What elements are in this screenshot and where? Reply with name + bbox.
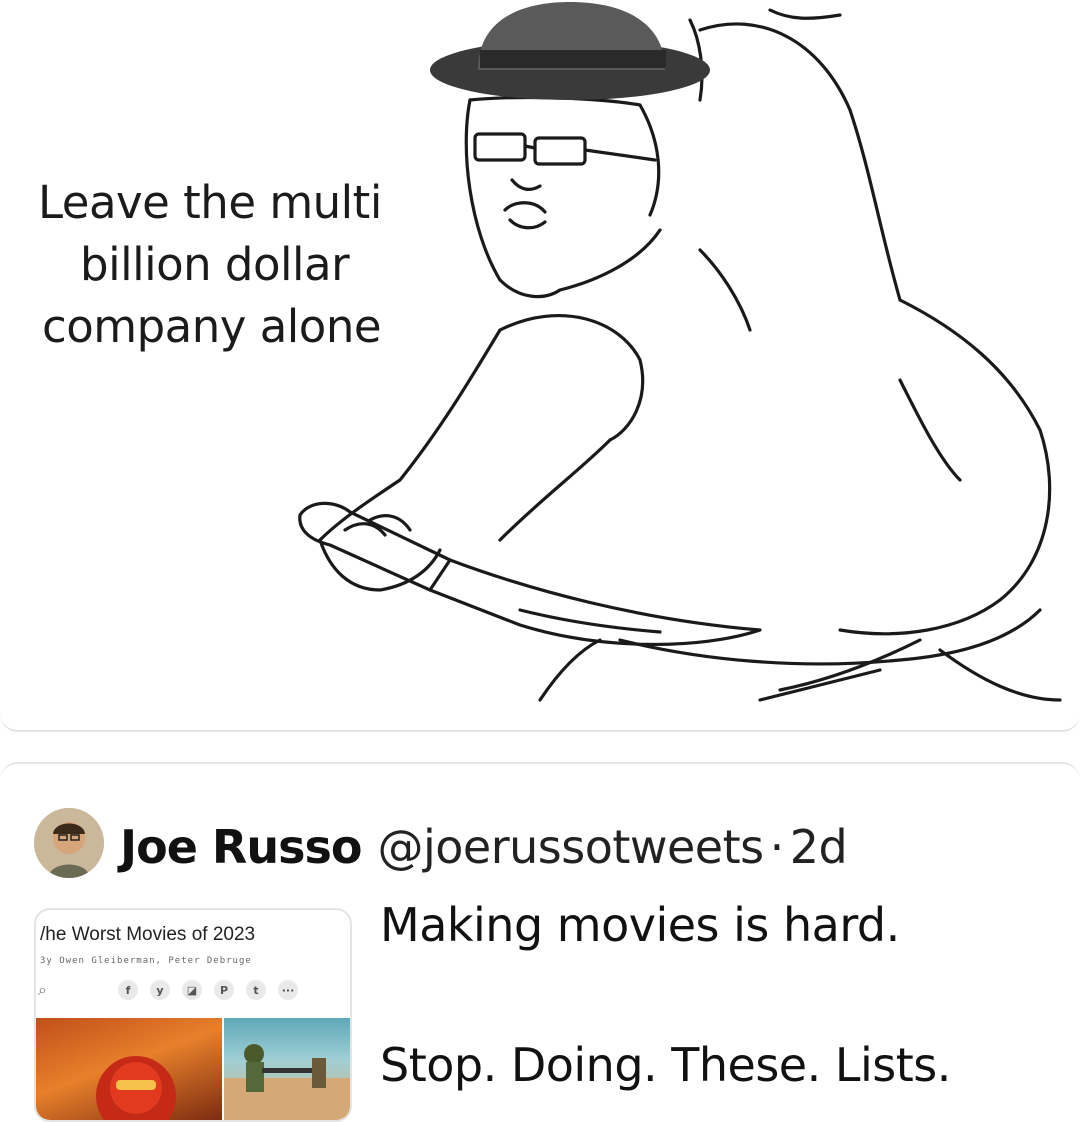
search-icon: ⌕ — [38, 982, 47, 999]
facebook-icon: f — [118, 980, 138, 1000]
meme-caption-line: billion dollar — [80, 238, 350, 291]
meme-caption: Leave the multi billion dollar company a… — [38, 172, 448, 358]
author-handle[interactable]: @joerussotweets — [377, 820, 764, 874]
card-thumbnail-left — [36, 1018, 222, 1120]
link-card[interactable]: /he Worst Movies of 2023 3y Owen Gleiber… — [34, 908, 352, 1122]
meme-caption-line: Leave the multi — [38, 176, 382, 229]
meme-caption-line: company alone — [42, 300, 382, 353]
card-thumbnail-right — [224, 1018, 350, 1120]
tweet-header: Joe Russo @joerussotweets · 2d — [120, 812, 848, 882]
flipboard-icon: ◪ — [182, 980, 202, 1000]
share-icons: f y ◪ P t ··· — [118, 980, 298, 1000]
tumblr-icon: t — [246, 980, 266, 1000]
card-title: /he Worst Movies of 2023 — [40, 924, 256, 945]
author-name[interactable]: Joe Russo — [120, 820, 362, 874]
separator-dot: · — [769, 820, 785, 874]
avatar[interactable] — [34, 808, 104, 878]
twitter-icon: y — [150, 980, 170, 1000]
avatar-image — [34, 808, 104, 878]
meme-illustration — [298, 2, 1062, 702]
tweet-text-line: Stop. Doing. These. Lists. — [380, 1038, 951, 1092]
meme-panel: Leave the multi billion dollar company a… — [0, 0, 1080, 732]
tweet-age[interactable]: 2d — [790, 820, 848, 874]
card-byline: 3y Owen Gleiberman, Peter Debruge — [40, 956, 252, 966]
pinterest-icon: P — [214, 980, 234, 1000]
more-icon: ··· — [278, 980, 298, 1000]
tweet-text-line: Making movies is hard. — [380, 898, 900, 952]
